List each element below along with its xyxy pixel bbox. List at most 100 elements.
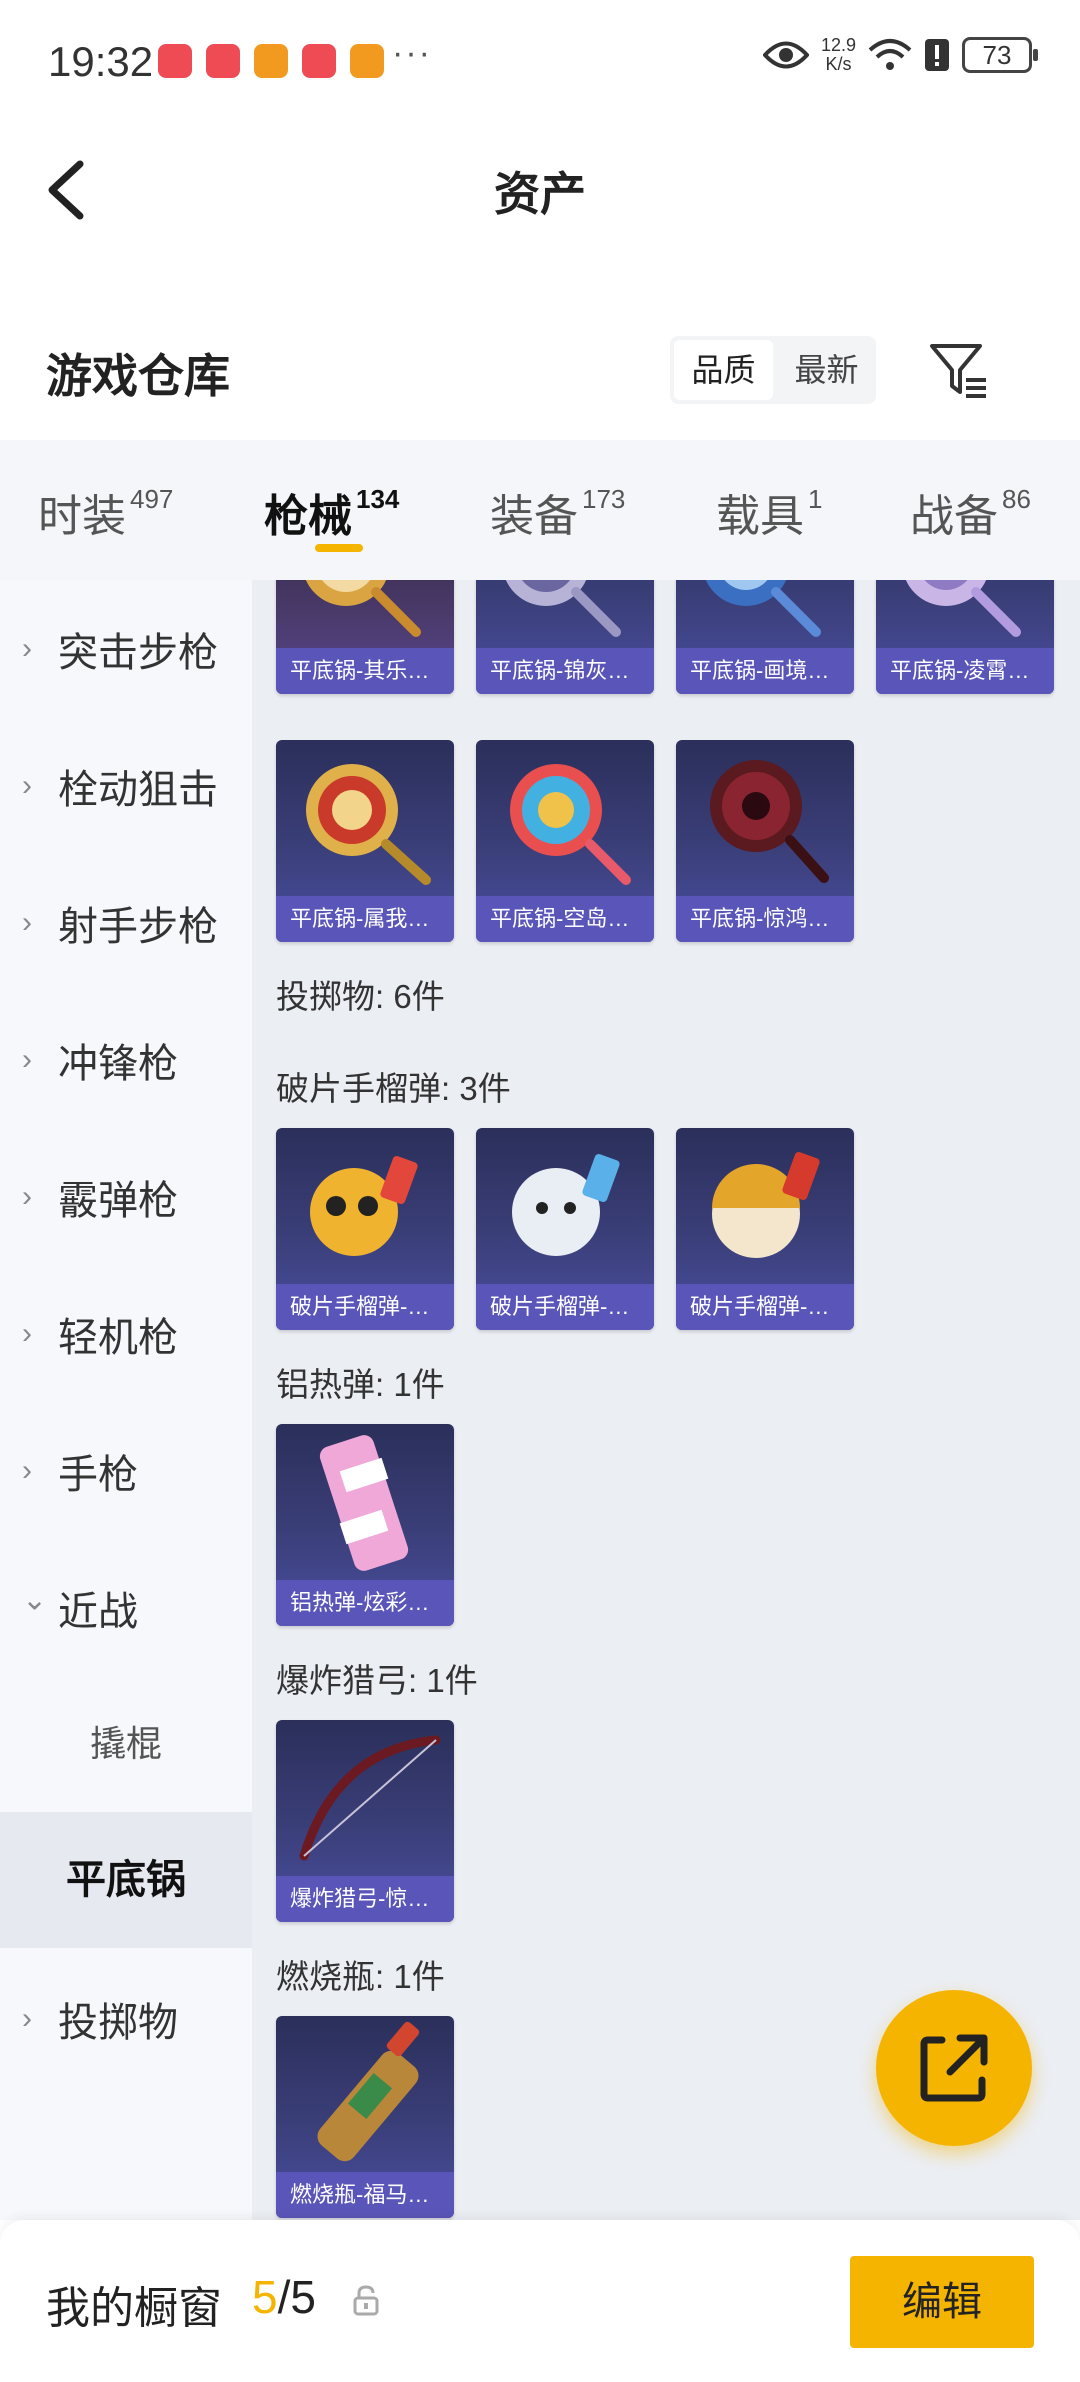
game-notification-icon <box>254 44 288 78</box>
tab-label: 装备 <box>490 492 578 541</box>
grenade-art <box>310 1156 418 1256</box>
item-caption: 平底锅-惊鸿… <box>676 896 854 942</box>
app-notification-icon <box>158 44 192 78</box>
item-card[interactable]: 燃烧瓶-福马… <box>276 2016 454 2218</box>
group-label-frag: 破片手榴弹: 3件 <box>276 1070 511 1107</box>
sidebar-item-label: 手枪 <box>58 1453 138 1497</box>
pan-art <box>305 580 421 637</box>
sidebar-item-throwables[interactable]: › 投掷物 <box>0 1950 252 2088</box>
network-speed: 12.9 K/s <box>821 36 856 74</box>
item-card[interactable]: 平底锅-画境… <box>676 580 854 694</box>
app-root: 19:32 ··· 12.9 K/s 73 资产 游戏仓库 品质 最新 时装 4… <box>0 0 1080 2382</box>
sort-newest-button[interactable]: 最新 <box>777 336 876 404</box>
group-label-throwables: 投掷物: 6件 <box>276 978 445 1015</box>
pan-art <box>905 580 1021 637</box>
network-speed-unit: K/s <box>825 54 852 74</box>
item-grid: 平底锅-其乐… 平底锅-锦灰… 平底锅-画境… 平底锅-凌霄… 平底锅-属我… … <box>252 580 1080 2220</box>
sort-quality-button[interactable]: 品质 <box>674 340 773 400</box>
item-card[interactable]: 破片手榴弹-… <box>276 1128 454 1330</box>
showcase-count: 5/5 <box>252 2270 316 2324</box>
item-card[interactable]: 平底锅-其乐… <box>276 580 454 694</box>
item-caption: 平底锅-锦灰… <box>476 648 654 694</box>
sidebar-item-marksman-rifle[interactable]: › 射手步枪 <box>0 854 252 992</box>
sidebar-item-label: 近战 <box>58 1590 138 1634</box>
tab-label: 枪械 <box>264 492 352 541</box>
bottom-bar: 我的橱窗 5/5 编辑 <box>0 2220 1080 2382</box>
video-notification-icon <box>350 44 384 78</box>
grenade-art <box>512 1154 620 1256</box>
showcase-label: 我的橱窗 <box>46 2284 222 2333</box>
status-bar: 19:32 ··· 12.9 K/s 73 <box>0 0 1080 124</box>
item-card[interactable]: 平底锅-惊鸿… <box>676 740 854 942</box>
tab-label: 时装 <box>38 492 126 541</box>
showcase-total: 5 <box>290 2271 316 2323</box>
item-caption: 燃烧瓶-福马… <box>276 2172 454 2218</box>
sidebar-item-assault-rifle[interactable]: › 突击步枪 <box>0 580 252 718</box>
network-speed-value: 12.9 <box>820 35 856 55</box>
item-card[interactable]: 爆炸猎弓-惊… <box>276 1720 454 1922</box>
tab-count: 173 <box>582 484 626 514</box>
tab-count: 497 <box>130 484 174 514</box>
sidebar-item-bolt-sniper[interactable]: › 栓动狙击 <box>0 717 252 855</box>
pan-art <box>306 764 431 885</box>
tab-count: 134 <box>356 484 400 514</box>
sidebar-subitem-crowbar[interactable]: 撬棍 <box>0 1676 252 1812</box>
item-card[interactable]: 平底锅-空岛… <box>476 740 654 942</box>
pan-art <box>705 580 821 637</box>
edit-button[interactable]: 编辑 <box>850 2256 1034 2348</box>
item-caption: 铝热弹-炫彩… <box>276 1580 454 1626</box>
grenade-art <box>712 1152 820 1258</box>
filter-icon[interactable] <box>928 340 990 402</box>
tab-fashion[interactable]: 时装 497 <box>38 480 173 544</box>
chevron-down-icon: ⌄ <box>22 1583 48 1617</box>
category-tabs: 时装 497 枪械 134 装备 173 载具 1 战备 86 <box>0 440 1080 580</box>
sidebar-item-label: 栓动狙击 <box>58 768 218 812</box>
item-card[interactable]: 平底锅-锦灰… <box>476 580 654 694</box>
item-card[interactable]: 平底锅-凌霄… <box>876 580 1054 694</box>
sidebar-item-pistol[interactable]: › 手枪 <box>0 1402 252 1540</box>
tab-vehicles[interactable]: 载具 1 <box>716 480 822 544</box>
more-notifications-icon: ··· <box>392 34 432 72</box>
pan-art <box>710 760 829 883</box>
showcase-current: 5 <box>252 2271 278 2323</box>
sidebar-item-label: 射手步枪 <box>58 905 218 949</box>
tab-label: 战备 <box>910 492 998 541</box>
sidebar-item-lmg[interactable]: › 轻机枪 <box>0 1265 252 1403</box>
chevron-right-icon: › <box>22 632 32 665</box>
item-card[interactable]: 破片手榴弹-… <box>676 1128 854 1330</box>
sort-toggle: 品质 最新 <box>670 336 876 404</box>
sidebar-subitem-pan[interactable]: 平底锅 <box>0 1812 252 1948</box>
tab-equipment[interactable]: 装备 173 <box>490 480 625 544</box>
lock-icon[interactable] <box>352 2284 380 2316</box>
chevron-right-icon: › <box>22 1180 32 1213</box>
item-card[interactable]: 铝热弹-炫彩… <box>276 1424 454 1626</box>
wifi-icon <box>868 39 912 70</box>
item-card[interactable]: 平底锅-属我… <box>276 740 454 942</box>
status-right: 12.9 K/s 73 <box>762 36 1038 74</box>
share-external-icon <box>920 2034 988 2102</box>
item-caption: 爆炸猎弓-惊… <box>276 1876 454 1922</box>
tab-supplies[interactable]: 战备 86 <box>910 480 1031 544</box>
sidebar-item-melee[interactable]: ⌄ 近战 <box>0 1539 252 1677</box>
tab-firearms[interactable]: 枪械 134 <box>264 480 399 544</box>
item-caption: 破片手榴弹-… <box>476 1284 654 1330</box>
status-time: 19:32 <box>48 38 154 85</box>
group-label-molotov: 燃烧瓶: 1件 <box>276 1958 445 1995</box>
app-notification-icon <box>302 44 336 78</box>
share-fab-button[interactable] <box>876 1990 1032 2146</box>
sidebar-item-smg[interactable]: › 冲锋枪 <box>0 991 252 1129</box>
item-card[interactable]: 破片手榴弹-… <box>476 1128 654 1330</box>
sidebar-item-label: 投掷物 <box>58 2001 178 2045</box>
sidebar-item-label: 冲锋枪 <box>58 1042 178 1086</box>
chevron-right-icon: › <box>22 769 32 802</box>
warehouse-title: 游戏仓库 <box>46 350 230 402</box>
chevron-right-icon: › <box>22 906 32 939</box>
item-caption: 破片手榴弹-… <box>676 1284 854 1330</box>
chevron-right-icon: › <box>22 1454 32 1487</box>
chevron-right-icon: › <box>22 2002 32 2035</box>
battery-icon: 73 <box>962 37 1038 73</box>
weapon-category-sidebar: › 突击步枪 › 栓动狙击 › 射手步枪 › 冲锋枪 › 霰弹枪 › 轻机枪 › 手枪 ⌄ 近战… <box>0 580 252 2220</box>
group-label-bow: 爆炸猎弓: 1件 <box>276 1662 478 1699</box>
sidebar-item-shotgun[interactable]: › 霰弹枪 <box>0 1128 252 1266</box>
sidebar-item-label: 突击步枪 <box>58 631 218 675</box>
